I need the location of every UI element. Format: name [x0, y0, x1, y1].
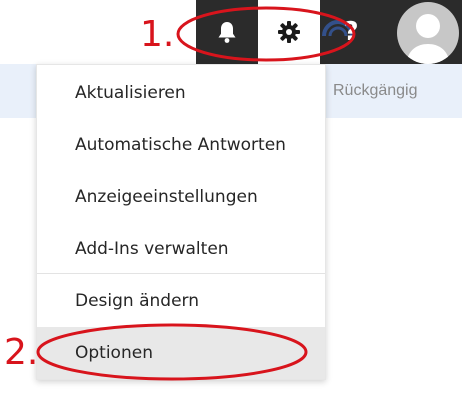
- annotation-step-1: 1.: [140, 14, 175, 55]
- annotation-overlay: [36, 6, 356, 381]
- annotation-step-2: 2.: [4, 332, 39, 373]
- annotation-ellipse-1: [176, 6, 356, 62]
- annotation-ellipse-2: [36, 323, 308, 381]
